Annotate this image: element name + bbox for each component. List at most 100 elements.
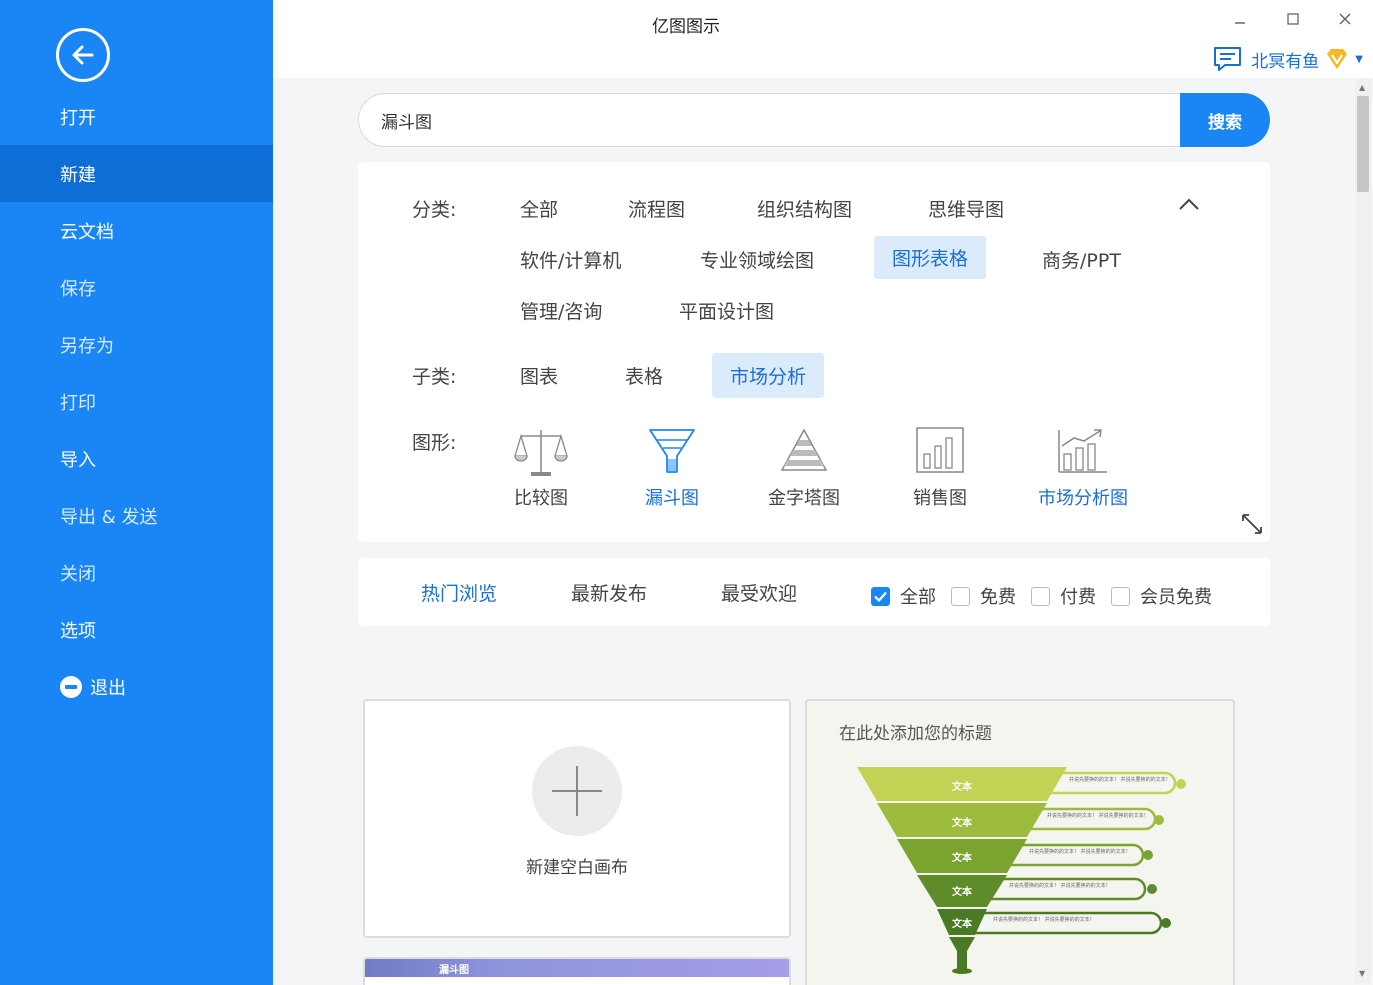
close-icon (1339, 13, 1351, 25)
tab-latest[interactable]: 最新发布 (571, 579, 647, 606)
filter-panel: 分类: 全部 流程图 组织结构图 思维导图 软件/计算机 专业领域绘图 图形表格… (358, 162, 1270, 542)
filter-check-paid[interactable]: 付费 (1031, 583, 1096, 609)
main-panel: 亿图图示 北冥有鱼 ▼ ▲ ▼ 搜索 (273, 0, 1373, 985)
scale-icon (514, 430, 568, 476)
shape-label: 图形: (412, 432, 457, 454)
check-label: 会员免费 (1140, 587, 1212, 608)
vip-badge-icon (1327, 49, 1348, 69)
search-button[interactable]: 搜索 (1180, 93, 1270, 147)
sidebar-item-label: 导出 & 发送 (60, 506, 158, 528)
sidebar-item-open[interactable]: 打开 (0, 88, 273, 145)
sidebar-nav: 打开 新建 云文档 保存 另存为 打印 导入 导出 & 发送 关闭 选项 退出 (0, 88, 273, 715)
category-professional[interactable]: 专业领域绘图 (686, 238, 828, 281)
user-menu[interactable]: 北冥有鱼 ▼ (1213, 46, 1363, 72)
category-business-ppt[interactable]: 商务/PPT (1028, 238, 1135, 281)
back-button[interactable] (56, 28, 110, 82)
checkbox-checked[interactable] (871, 586, 890, 606)
filter-check-free[interactable]: 免费 (951, 583, 1016, 609)
shape-market-analysis[interactable]: 市场分析图 (1038, 426, 1128, 510)
tab-favorite[interactable]: 最受欢迎 (721, 579, 797, 606)
sidebar-item-label: 导入 (60, 449, 96, 471)
shape-comparison[interactable]: 比较图 (513, 426, 569, 510)
chevron-up-icon[interactable] (1178, 196, 1200, 212)
shape-label-text: 漏斗图 (645, 488, 699, 509)
sidebar-item-options[interactable]: 选项 (0, 601, 273, 658)
checkmark-icon (874, 591, 887, 602)
template-card-funnel[interactable]: 在此处添加您的标题 文本 文本 文本 文本 文本 并说先要换的的文本！ 并说先要… (805, 699, 1235, 985)
category-org-chart[interactable]: 组织结构图 (743, 187, 866, 230)
checkbox[interactable] (951, 586, 970, 606)
sidebar-item-new[interactable]: 新建 (0, 145, 273, 202)
funnel-callout-text: 并说先要换的的文本！ 并说先要换的的文本！ (1009, 883, 1111, 889)
category-label: 分类: (412, 199, 457, 221)
funnel-level-label: 文本 (952, 919, 972, 930)
minimize-button[interactable] (1226, 8, 1254, 30)
sidebar-item-import[interactable]: 导入 (0, 430, 273, 487)
shape-label-text: 金字塔图 (768, 488, 840, 509)
tab-popular[interactable]: 热门浏览 (421, 579, 497, 606)
checkbox[interactable] (1111, 586, 1130, 606)
sidebar-item-label: 另存为 (60, 335, 114, 357)
minus-circle-icon (60, 675, 82, 698)
caret-down-icon: ▼ (1355, 53, 1363, 65)
maximize-icon (1287, 13, 1299, 25)
scrollbar-thumb[interactable] (1357, 96, 1369, 192)
check-label: 免费 (980, 587, 1016, 608)
template-preview-funnel (857, 767, 1186, 974)
category-graphic-table[interactable]: 图形表格 (874, 236, 987, 279)
expand-icon[interactable] (1240, 512, 1264, 536)
shape-pyramid[interactable]: 金字塔图 (768, 426, 840, 510)
sidebar-item-close[interactable]: 关闭 (0, 544, 273, 601)
filter-check-all[interactable]: 全部 (871, 583, 936, 609)
sort-bar: 热门浏览 最新发布 最受欢迎 全部 免费 付费 会员免费 (358, 558, 1270, 626)
category-management[interactable]: 管理/咨询 (506, 289, 616, 332)
category-graphic-design[interactable]: 平面设计图 (665, 289, 788, 332)
sidebar-item-cloud-docs[interactable]: 云文档 (0, 202, 273, 259)
subcategory-table[interactable]: 表格 (611, 354, 677, 397)
checkbox[interactable] (1031, 586, 1050, 606)
close-window-button[interactable] (1331, 8, 1359, 30)
sidebar-item-save[interactable]: 保存 (0, 259, 273, 316)
pyramid-icon (780, 428, 828, 471)
plus-icon (532, 746, 622, 836)
subcategory-chart[interactable]: 图表 (506, 354, 572, 397)
funnel-callout-text: 并说先要换的的文本！ 并说先要换的的文本！ (1029, 849, 1131, 855)
filter-check-member-free[interactable]: 会员免费 (1111, 583, 1212, 609)
category-all[interactable]: 全部 (506, 187, 572, 230)
category-mind-map[interactable]: 思维导图 (914, 187, 1018, 230)
sidebar-item-export-send[interactable]: 导出 & 发送 (0, 487, 273, 544)
shape-sales-chart[interactable]: 销售图 (913, 426, 967, 510)
shape-funnel[interactable]: 漏斗图 (645, 426, 699, 510)
funnel-level-label: 文本 (952, 782, 972, 793)
funnel-callout-text: 并说先要换的的文本！ 并说先要换的的文本！ (1047, 813, 1149, 819)
user-name: 北冥有鱼 (1251, 51, 1320, 72)
search-input[interactable] (358, 93, 1180, 147)
scroll-up-arrow-icon[interactable]: ▲ (1359, 84, 1367, 92)
funnel-callout-text: 并说先要换的的文本！ 并说先要换的的文本！ (993, 917, 1095, 923)
window-title: 亿图图示 (652, 17, 720, 37)
title-bar: 亿图图示 北冥有鱼 ▼ (273, 0, 1373, 78)
subcategory-label: 子类: (412, 366, 457, 388)
sidebar-item-print[interactable]: 打印 (0, 373, 273, 430)
message-icon (1214, 47, 1242, 71)
funnel-icon (649, 429, 695, 473)
sidebar-item-save-as[interactable]: 另存为 (0, 316, 273, 373)
sidebar-item-exit[interactable]: 退出 (0, 658, 273, 715)
subcategory-market-analysis[interactable]: 市场分析 (712, 353, 825, 398)
check-label: 付费 (1060, 587, 1096, 608)
template-card-funnel-2[interactable]: 漏斗图 (363, 957, 791, 985)
funnel-level-label: 文本 (952, 853, 972, 864)
template-strip-label: 漏斗图 (439, 965, 469, 976)
bar-chart-icon (916, 427, 964, 473)
new-blank-canvas-card[interactable]: 新建空白画布 (363, 699, 791, 938)
scrollbar-track[interactable] (1355, 78, 1371, 983)
template-header-strip (365, 959, 789, 977)
category-software[interactable]: 软件/计算机 (506, 238, 635, 281)
sidebar-item-label: 云文档 (60, 221, 114, 243)
growth-chart-icon (1058, 429, 1107, 473)
category-flowchart[interactable]: 流程图 (614, 187, 699, 230)
maximize-button[interactable] (1279, 8, 1307, 30)
shape-label-text: 销售图 (913, 488, 967, 509)
funnel-callout-text: 并说先要换的的文本！ 并说先要换的的文本！ (1069, 777, 1171, 783)
scroll-down-arrow-icon[interactable]: ▼ (1359, 970, 1367, 978)
